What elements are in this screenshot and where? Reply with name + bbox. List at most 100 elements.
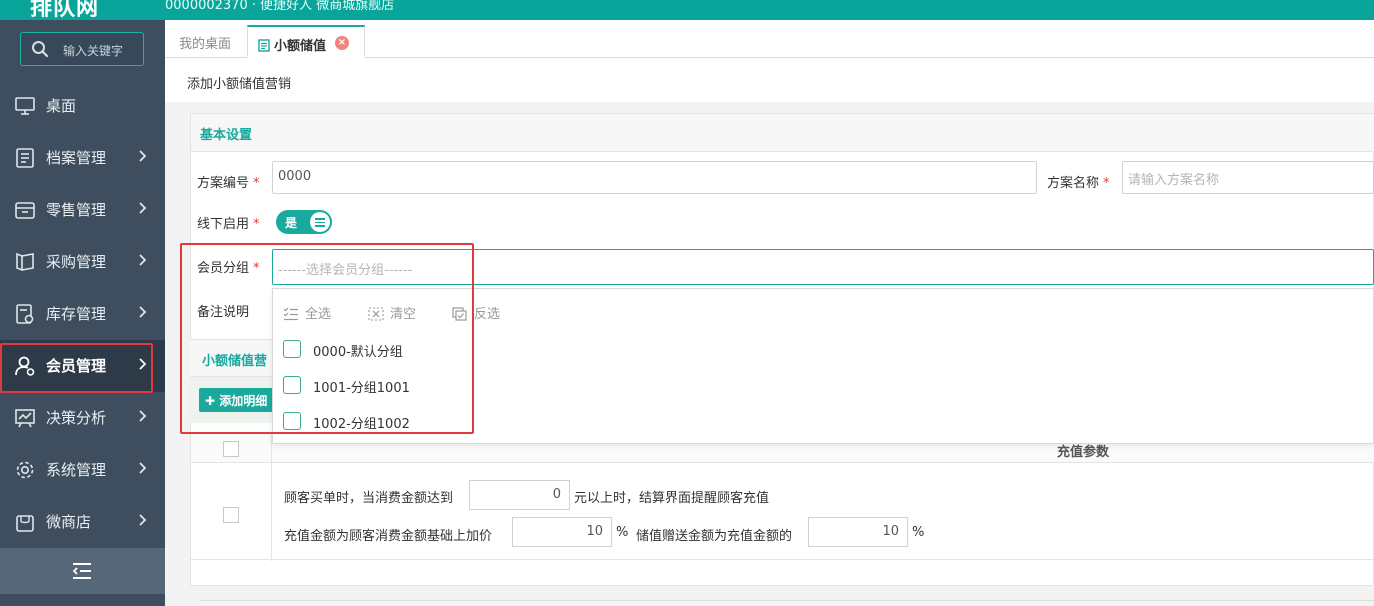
purchase-icon bbox=[16, 252, 34, 272]
action-label: 清空 bbox=[390, 307, 417, 322]
chevron-right-icon bbox=[139, 306, 147, 318]
sidebar-nav: 桌面 档案管理 零售管理 采购管理 库存管理 会员管理 决策分析 系统管理 微商… bbox=[0, 80, 165, 548]
document-icon bbox=[258, 39, 270, 52]
threshold-prefix: 顾客买单时，当消费金额达到 bbox=[284, 491, 454, 506]
label-text: 方案编号 bbox=[197, 176, 250, 191]
toggle-knob-icon bbox=[310, 212, 330, 232]
sidebar-item-member[interactable]: 会员管理 bbox=[0, 340, 165, 393]
tab-bar: 我的桌面 小额储值 × bbox=[165, 20, 1374, 58]
gear-icon bbox=[16, 461, 34, 479]
plan-name-input[interactable]: 请输入方案名称 bbox=[1122, 161, 1374, 194]
threshold-input[interactable]: 0 bbox=[469, 480, 570, 510]
action-label: 反选 bbox=[474, 307, 501, 322]
sidebar-item-purchase[interactable]: 采购管理 bbox=[0, 236, 165, 288]
sidebar-item-label: 系统管理 bbox=[46, 461, 107, 479]
sidebar-item-label: 档案管理 bbox=[46, 149, 107, 167]
sidebar-item-inventory[interactable]: 库存管理 bbox=[0, 288, 165, 340]
option-label: 1001-分组1001 bbox=[313, 381, 410, 396]
select-all-checkbox[interactable] bbox=[223, 441, 239, 457]
chart-icon bbox=[15, 409, 35, 428]
member-icon bbox=[15, 356, 35, 376]
sidebar-item-analysis[interactable]: 决策分析 bbox=[0, 392, 165, 444]
plan-code-input[interactable]: 0000 bbox=[272, 161, 1037, 194]
required-mark: * bbox=[253, 176, 260, 191]
divider bbox=[200, 600, 1374, 601]
top-bar: 排队网 0000002370 · 便捷好人 微商城旗舰店 bbox=[0, 0, 1374, 20]
invert-icon bbox=[452, 307, 467, 321]
invert-action[interactable]: 反选 bbox=[452, 303, 500, 322]
sidebar-collapse-button[interactable] bbox=[0, 548, 165, 594]
offline-enable-label: 线下启用 * bbox=[197, 213, 260, 232]
sidebar-item-system[interactable]: 系统管理 bbox=[0, 444, 165, 496]
sidebar-item-label: 微商店 bbox=[46, 513, 92, 531]
sidebar-item-retail[interactable]: 零售管理 bbox=[0, 184, 165, 236]
remark-label: 备注说明 bbox=[197, 305, 250, 320]
offline-enable-toggle[interactable]: 是 bbox=[276, 210, 332, 234]
sidebar-item-microshop[interactable]: 微商店 bbox=[0, 496, 165, 548]
chevron-right-icon bbox=[139, 202, 147, 214]
search-placeholder: 输入关键字 bbox=[63, 44, 124, 58]
clear-action[interactable]: 清空 bbox=[368, 303, 416, 322]
plan-name-label: 方案名称 * bbox=[1047, 172, 1110, 191]
threshold-suffix: 元以上时，结算界面提醒顾客充值 bbox=[574, 491, 770, 506]
label-text: 会员分组 bbox=[197, 261, 250, 276]
logo[interactable]: 排队网 bbox=[30, 0, 99, 20]
option-label: 0000-默认分组 bbox=[313, 345, 403, 360]
sidebar-item-label: 库存管理 bbox=[46, 305, 107, 323]
bonus-input[interactable]: 10 bbox=[808, 517, 908, 547]
sidebar-item-desktop[interactable]: 桌面 bbox=[0, 80, 165, 132]
archive-icon bbox=[16, 148, 34, 168]
markup-unit: % bbox=[616, 525, 629, 540]
inventory-icon bbox=[16, 304, 34, 324]
chevron-right-icon bbox=[139, 514, 147, 526]
chevron-right-icon bbox=[139, 410, 147, 422]
plan-code-label: 方案编号 * bbox=[197, 172, 260, 191]
column-divider bbox=[271, 434, 272, 561]
sidebar-search[interactable]: 输入关键字 bbox=[20, 32, 144, 66]
close-icon[interactable]: × bbox=[335, 36, 349, 50]
section-title: 小额储值营 bbox=[202, 354, 268, 369]
required-mark: * bbox=[253, 217, 260, 232]
option-checkbox[interactable] bbox=[283, 376, 301, 394]
collapse-menu-icon bbox=[72, 563, 91, 579]
search-icon bbox=[32, 41, 49, 58]
markup-input[interactable]: 10 bbox=[512, 517, 612, 547]
option-checkbox[interactable] bbox=[283, 340, 301, 358]
tab-label: 小额储值 bbox=[274, 39, 327, 54]
bonus-label: 储值赠送金额为充值金额的 bbox=[636, 529, 793, 544]
detail-table: 充值参数 顾客买单时，当消费金额达到 0 元以上时，结算界面提醒顾客充值 充值金… bbox=[190, 433, 1374, 561]
label-text: 方案名称 bbox=[1047, 176, 1100, 191]
store-info: 0000002370 · 便捷好人 微商城旗舰店 bbox=[165, 0, 395, 13]
list-check-icon bbox=[283, 307, 298, 321]
member-group-select[interactable]: ------选择会员分组------ bbox=[272, 249, 1374, 285]
page-title: 添加小额储值营销 bbox=[187, 77, 292, 92]
option-label: 1002-分组1002 bbox=[313, 417, 410, 432]
chevron-right-icon bbox=[139, 150, 147, 162]
basic-settings-header: 基本设置 bbox=[191, 114, 1374, 152]
sidebar-item-label: 桌面 bbox=[46, 97, 77, 115]
sidebar: 输入关键字 桌面 档案管理 零售管理 采购管理 库存管理 会员管理 决策分析 系… bbox=[0, 20, 165, 606]
chevron-right-icon bbox=[139, 254, 147, 266]
bag-icon bbox=[16, 515, 34, 532]
monitor-icon bbox=[15, 97, 35, 115]
tab-my-desktop[interactable]: 我的桌面 bbox=[169, 25, 241, 58]
row-checkbox[interactable] bbox=[223, 507, 239, 523]
sidebar-item-label: 零售管理 bbox=[46, 201, 107, 219]
required-mark: * bbox=[1103, 176, 1110, 191]
toggle-text: 是 bbox=[285, 216, 298, 230]
member-group-label: 会员分组 * bbox=[197, 257, 260, 276]
store-icon bbox=[15, 202, 35, 219]
markup-prefix: 充值金额为顾客消费金额基础上加价 bbox=[284, 529, 493, 544]
member-group-dropdown: 全选 清空 反选 0000-默认分组 1001-分组1001 1002-分组10… bbox=[272, 288, 1374, 444]
chevron-right-icon bbox=[139, 462, 147, 474]
add-detail-button[interactable]: ✚ 添加明细 bbox=[199, 388, 274, 412]
clear-icon bbox=[368, 307, 384, 321]
sidebar-item-archive[interactable]: 档案管理 bbox=[0, 132, 165, 184]
action-label: 全选 bbox=[305, 307, 332, 322]
sidebar-item-label: 会员管理 bbox=[46, 357, 107, 375]
section-title: 基本设置 bbox=[200, 128, 253, 143]
tab-small-recharge[interactable]: 小额储值 × bbox=[247, 25, 365, 58]
chevron-right-icon bbox=[139, 358, 147, 370]
select-all-action[interactable]: 全选 bbox=[283, 303, 331, 322]
option-checkbox[interactable] bbox=[283, 412, 301, 430]
